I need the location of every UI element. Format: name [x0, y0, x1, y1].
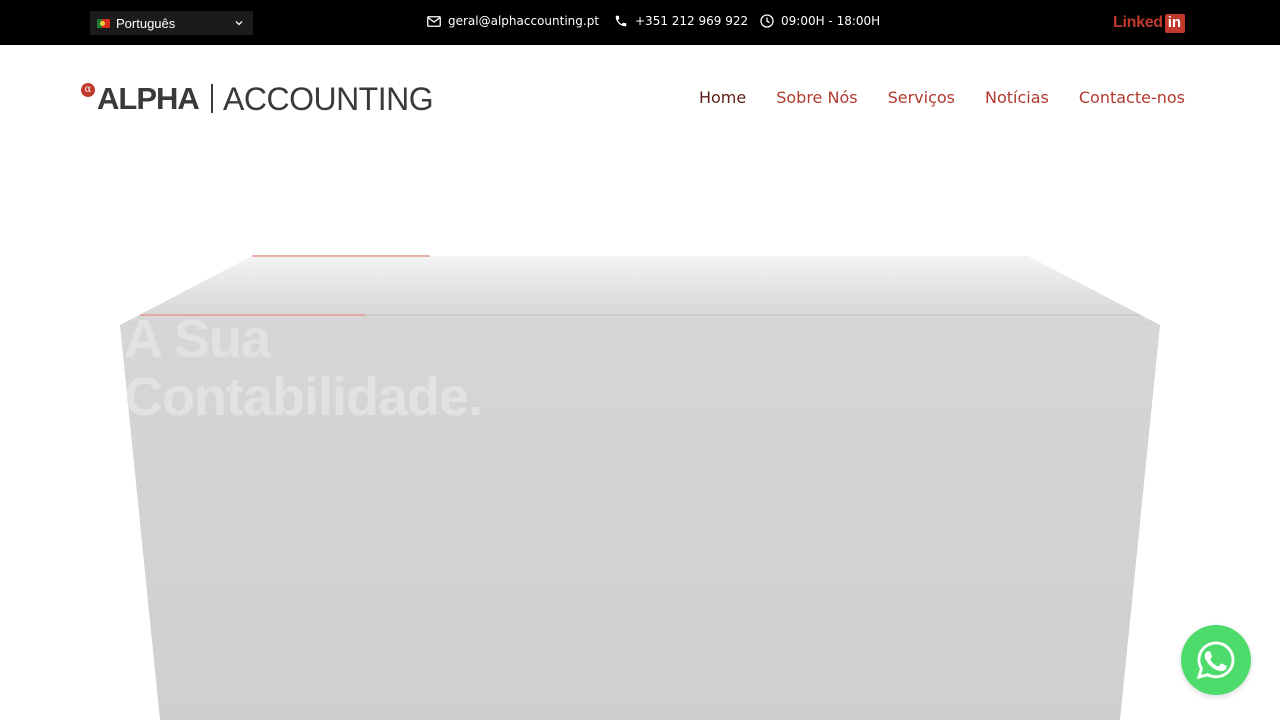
alpha-symbol-icon: α: [81, 83, 95, 97]
hero-heading: A Sua Contabilidade.: [124, 309, 483, 427]
nav-item-noticias[interactable]: Notícias: [985, 88, 1049, 107]
linkedin-link[interactable]: Linked in: [1113, 13, 1185, 33]
whatsapp-icon: [1196, 641, 1235, 680]
clock-icon: [760, 14, 774, 28]
logo-divider: [211, 84, 213, 113]
nav-item-sobre-nos[interactable]: Sobre Nós: [776, 88, 857, 107]
logo-word-accounting: ACCOUNTING: [223, 81, 434, 117]
nav-item-servicos[interactable]: Serviços: [888, 88, 955, 107]
top-bar: Português geral@alphaccounting.pt +351 2…: [0, 0, 1280, 45]
email-text: geral@alphaccounting.pt: [448, 14, 600, 28]
opening-hours: 09:00H - 18:00H: [760, 14, 880, 28]
hero-slide-box: [120, 255, 1160, 720]
main-nav: Home Sobre Nós Serviços Notícias Contact…: [669, 88, 1185, 107]
hours-text: 09:00H - 18:00H: [781, 14, 881, 28]
envelope-icon: [427, 15, 441, 27]
phone-link[interactable]: +351 212 969 922: [614, 14, 748, 28]
phone-text: +351 212 969 922: [635, 14, 749, 28]
hero-slider: A Sua Contabilidade.: [0, 140, 1280, 720]
language-select[interactable]: Português: [90, 11, 253, 35]
logo-word-alpha: ALPHA: [97, 81, 200, 116]
linkedin-logo-text: Linked: [1113, 14, 1163, 31]
phone-icon: [615, 15, 627, 27]
nav-item-home[interactable]: Home: [699, 88, 746, 107]
nav-item-contacte-nos[interactable]: Contacte-nos: [1079, 88, 1185, 107]
whatsapp-button[interactable]: [1181, 625, 1251, 695]
email-link[interactable]: geral@alphaccounting.pt: [427, 14, 599, 28]
language-select-label: Português: [116, 15, 176, 31]
linkedin-icon: in: [1164, 13, 1185, 33]
chevron-down-icon: [235, 21, 243, 26]
portugal-flag-icon: [97, 18, 110, 28]
